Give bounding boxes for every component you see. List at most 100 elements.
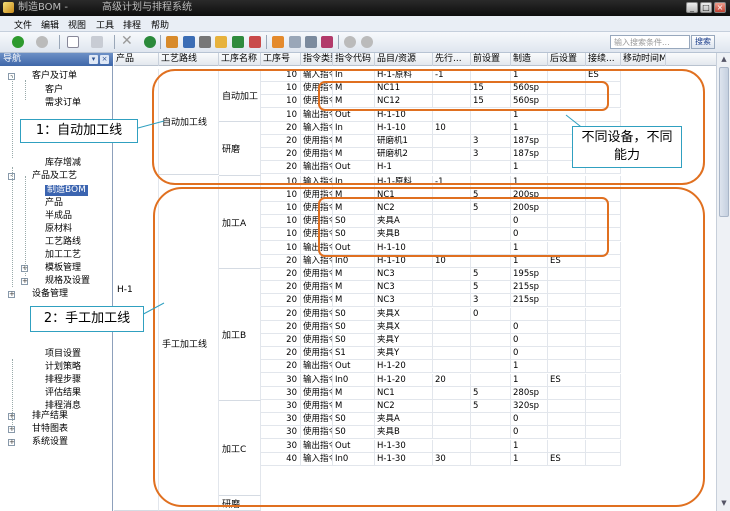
excel-icon[interactable] xyxy=(232,36,244,48)
column-header[interactable]: 指令代码 xyxy=(333,53,375,66)
column-header[interactable]: 前设置 xyxy=(471,53,511,66)
grid-cell[interactable] xyxy=(548,307,586,321)
grid-cell[interactable]: 20 xyxy=(261,148,301,162)
nav-item[interactable]: 客户及订单 xyxy=(32,71,77,82)
grid-cell[interactable] xyxy=(586,386,621,400)
nav-item[interactable]: 模板管理 xyxy=(45,263,81,274)
grid-cell[interactable] xyxy=(433,347,471,361)
grid-cell[interactable]: 1 xyxy=(511,254,548,268)
grid-cell[interactable]: ES xyxy=(548,452,586,466)
grid-cell[interactable]: 187sp xyxy=(511,148,548,162)
grid-cell[interactable] xyxy=(471,439,511,453)
grid-cell[interactable] xyxy=(586,307,621,321)
grid-cell[interactable]: 使用指令 xyxy=(301,95,333,109)
grid-cell[interactable] xyxy=(548,439,586,453)
folder-icon[interactable] xyxy=(215,36,227,48)
grid-cell[interactable]: -1 xyxy=(433,69,471,82)
operation-name-cell[interactable]: 自动加工 xyxy=(219,69,261,122)
nav-item[interactable]: 甘特图表 xyxy=(32,424,68,435)
grid-cell[interactable]: 夹具Y xyxy=(375,334,433,347)
grid-cell[interactable] xyxy=(433,426,471,440)
grid-cell[interactable] xyxy=(471,69,511,82)
grid-cell[interactable]: S0 xyxy=(333,334,375,347)
grid-cell[interactable]: 1 xyxy=(511,108,548,122)
grid-cell[interactable]: 30 xyxy=(261,439,301,453)
grid-cell[interactable]: NC11 xyxy=(375,82,433,96)
copy-icon[interactable] xyxy=(91,36,103,48)
grid-cell[interactable] xyxy=(433,268,471,281)
grid-cell[interactable]: 使用指令 xyxy=(301,281,333,295)
grid-cell[interactable]: H-1-10 xyxy=(375,254,433,268)
grid-cell[interactable]: 使用指令 xyxy=(301,386,333,400)
menu-edit[interactable]: 编辑 xyxy=(41,18,59,31)
grid-cell[interactable] xyxy=(471,452,511,466)
eraser-icon[interactable] xyxy=(249,36,261,48)
minimize-icon[interactable]: _ xyxy=(686,2,698,13)
column-header[interactable]: 工序名称 xyxy=(219,53,261,66)
grid-cell[interactable]: 200sp xyxy=(511,188,548,202)
nav-item[interactable]: 制造BOM xyxy=(45,185,88,196)
grid-cell[interactable]: 输入指令 xyxy=(301,175,333,189)
grid-cell[interactable]: Out xyxy=(333,108,375,122)
grid-cell[interactable]: 输入指令 xyxy=(301,254,333,268)
nav-item[interactable]: 计划策略 xyxy=(45,362,81,373)
grid-cell[interactable] xyxy=(548,241,586,255)
menu-view[interactable]: 视图 xyxy=(68,18,86,31)
grid-cell[interactable]: In xyxy=(333,121,375,135)
grid-cell[interactable] xyxy=(586,452,621,466)
column-header[interactable]: 接续... xyxy=(586,53,621,66)
nav-item[interactable]: 项目设置 xyxy=(45,349,81,360)
grid-cell[interactable] xyxy=(586,320,621,334)
grid-cell[interactable]: ES xyxy=(586,69,621,82)
grid-cell[interactable] xyxy=(586,82,621,96)
grid-cell[interactable] xyxy=(548,215,586,229)
grid-cell[interactable]: 使用指令 xyxy=(301,202,333,215)
grid-cell[interactable]: 10 xyxy=(261,108,301,122)
grid-cell[interactable]: NC3 xyxy=(375,294,433,308)
maximize-icon[interactable]: □ xyxy=(700,2,712,13)
grid-cell[interactable]: 20 xyxy=(261,121,301,135)
grid-cell[interactable] xyxy=(433,360,471,374)
grid-cell[interactable]: M xyxy=(333,148,375,162)
grid-cell[interactable]: 0 xyxy=(511,334,548,347)
grid-cell[interactable]: 10 xyxy=(261,241,301,255)
grid-cell[interactable]: S0 xyxy=(333,413,375,427)
grid-cell[interactable] xyxy=(586,215,621,229)
new-icon[interactable] xyxy=(67,36,79,48)
grid-cell[interactable] xyxy=(433,307,471,321)
tree-toggle-icon[interactable]: + xyxy=(21,278,28,285)
grid-cell[interactable] xyxy=(548,82,586,96)
grid-cell[interactable]: 20 xyxy=(261,268,301,281)
grid-cell[interactable]: NC1 xyxy=(375,386,433,400)
grid-cell[interactable] xyxy=(586,228,621,242)
grid-cell[interactable]: 夹具X xyxy=(375,307,433,321)
grid-cell[interactable] xyxy=(433,228,471,242)
stop-icon[interactable] xyxy=(361,36,373,48)
grid-cell[interactable]: 使用指令 xyxy=(301,400,333,413)
grid-cell[interactable]: 夹具B xyxy=(375,426,433,440)
grid-cell[interactable]: H-1-原料 xyxy=(375,69,433,82)
column-header[interactable]: 工序号 xyxy=(261,53,301,66)
grid-cell[interactable] xyxy=(433,413,471,427)
grid-cell[interactable] xyxy=(433,215,471,229)
chart-icon[interactable] xyxy=(321,36,333,48)
refresh-icon[interactable] xyxy=(144,36,156,48)
back-icon[interactable] xyxy=(12,36,24,48)
grid-cell[interactable] xyxy=(471,373,511,387)
grid-cell[interactable]: 0 xyxy=(511,228,548,242)
table-icon[interactable] xyxy=(289,36,301,48)
search-input[interactable]: 输入搜索条件... xyxy=(610,35,690,49)
grid-cell[interactable]: 30 xyxy=(261,373,301,387)
grid-cell[interactable] xyxy=(548,294,586,308)
grid-cell[interactable]: 10 xyxy=(261,175,301,189)
close-nav-icon[interactable]: × xyxy=(100,55,109,64)
grid-cell[interactable]: M xyxy=(333,188,375,202)
grid-cell[interactable] xyxy=(586,373,621,387)
grid-cell[interactable]: In xyxy=(333,69,375,82)
grid-cell[interactable] xyxy=(433,161,471,175)
grid-cell[interactable]: H-1-原料 xyxy=(375,175,433,189)
grid-cell[interactable]: 使用指令 xyxy=(301,307,333,321)
grid-cell[interactable]: NC2 xyxy=(375,202,433,215)
grid-cell[interactable]: S0 xyxy=(333,426,375,440)
grid-cell[interactable]: 3 xyxy=(471,148,511,162)
